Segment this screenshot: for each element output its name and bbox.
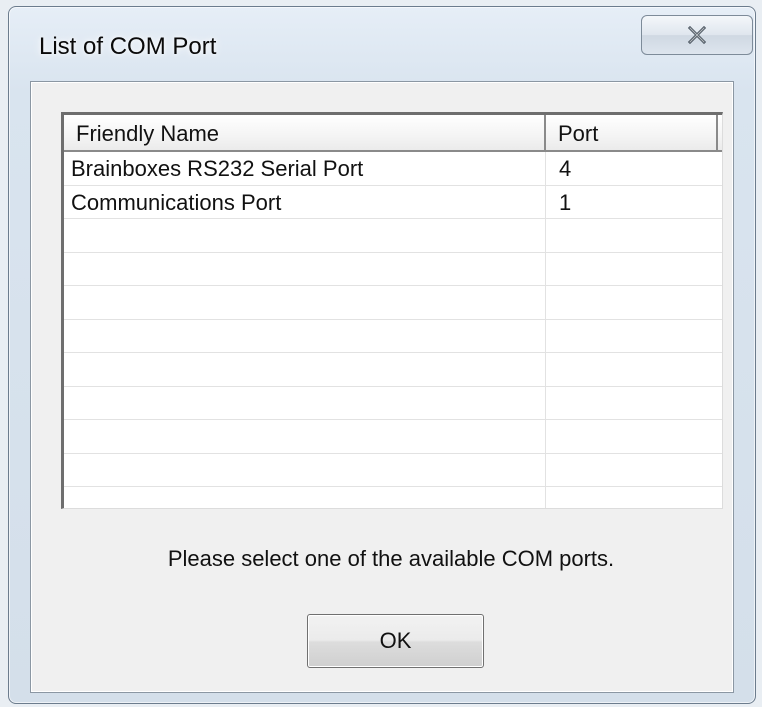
column-header-friendly-name[interactable]: Friendly Name [64, 115, 546, 152]
row-friendly-name [64, 353, 546, 386]
list-row[interactable] [64, 386, 722, 420]
row-friendly-name [64, 420, 546, 453]
row-friendly-name [64, 219, 546, 252]
row-port [546, 420, 718, 453]
row-friendly-name: Communications Port [64, 185, 546, 218]
row-port [546, 387, 718, 420]
close-icon [687, 25, 707, 45]
list-row[interactable] [64, 219, 722, 253]
list-row[interactable]: Communications Port 1 [64, 185, 722, 219]
row-port [546, 219, 718, 252]
row-port [546, 320, 718, 353]
row-friendly-name: Brainboxes RS232 Serial Port [64, 152, 546, 185]
list-row[interactable] [64, 353, 722, 387]
row-friendly-name [64, 386, 546, 419]
close-button[interactable] [641, 15, 753, 55]
dialog-window: List of COM Port Friendly Name Port Brai… [8, 6, 756, 704]
row-port [546, 454, 718, 487]
column-header-port[interactable]: Port [546, 115, 718, 152]
window-title: List of COM Port [39, 33, 217, 60]
instruction-message: Please select one of the available COM p… [167, 546, 615, 571]
row-port [546, 353, 718, 386]
list-row[interactable]: Brainboxes RS232 Serial Port 4 [64, 152, 722, 186]
list-row[interactable] [64, 420, 722, 454]
list-header: Friendly Name Port [64, 115, 722, 152]
list-row[interactable] [64, 487, 722, 508]
row-port: 4 [559, 156, 572, 181]
title-bar[interactable]: List of COM Port [9, 7, 755, 81]
row-friendly-name [64, 487, 546, 508]
list-body: Brainboxes RS232 Serial Port 4 Communica… [64, 152, 722, 508]
row-port: 1 [559, 189, 572, 215]
list-row[interactable] [64, 453, 722, 487]
header-filler [718, 115, 722, 152]
list-row[interactable] [64, 252, 722, 286]
ok-button[interactable]: OK [307, 614, 484, 668]
row-friendly-name [64, 453, 546, 486]
row-friendly-name [64, 319, 546, 352]
row-friendly-name [64, 252, 546, 285]
list-row[interactable] [64, 319, 722, 353]
list-row[interactable] [64, 286, 722, 320]
row-port [546, 286, 718, 319]
row-friendly-name [64, 286, 546, 319]
com-port-list[interactable]: Friendly Name Port Brainboxes RS232 Seri… [61, 112, 723, 509]
client-area: Friendly Name Port Brainboxes RS232 Seri… [30, 81, 734, 693]
row-port [546, 253, 718, 286]
row-port [546, 487, 718, 508]
